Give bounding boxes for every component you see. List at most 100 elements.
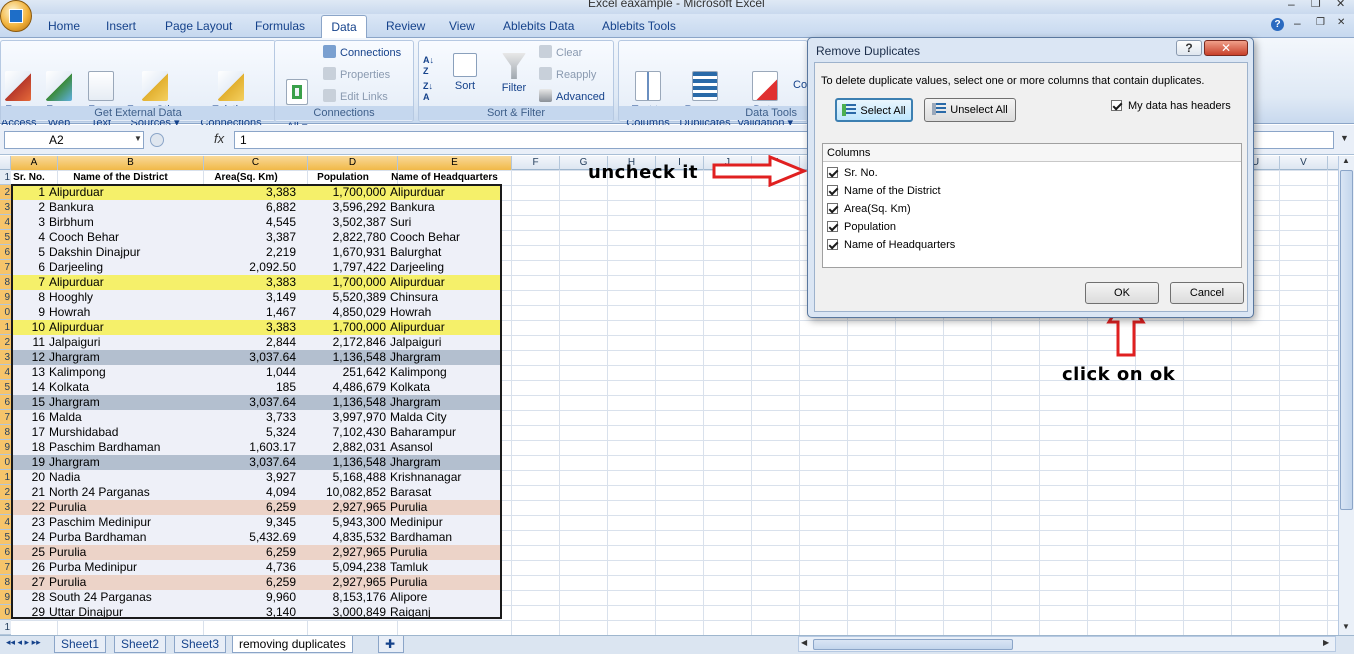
row-header[interactable]: 3 (0, 200, 11, 215)
dialog-help-button[interactable]: ? (1176, 40, 1202, 56)
table-cell[interactable]: 3,927 (194, 470, 298, 485)
table-cell[interactable]: 1,700,000 (298, 185, 388, 200)
column-header-d[interactable]: D (308, 156, 398, 170)
table-cell[interactable]: Howrah (388, 305, 501, 320)
office-button[interactable] (0, 0, 32, 32)
table-cell[interactable]: 15 (11, 395, 47, 410)
table-cell[interactable]: Purba Medinipur (47, 560, 194, 575)
table-cell[interactable]: Jhargram (47, 350, 194, 365)
table-cell[interactable]: 2,092.50 (194, 260, 298, 275)
table-cell[interactable]: 22 (11, 500, 47, 515)
table-cell[interactable]: 21 (11, 485, 47, 500)
table-cell[interactable]: 3,383 (194, 185, 298, 200)
consolidate-button[interactable]: Co (793, 79, 807, 92)
table-cell[interactable]: 5,520,389 (298, 290, 388, 305)
table-cell[interactable]: Hooghly (47, 290, 194, 305)
table-cell[interactable]: Kolkata (388, 380, 501, 395)
table-cell[interactable]: Nadia (47, 470, 194, 485)
table-cell[interactable]: 3,000,849 (298, 605, 388, 620)
tab-page-layout[interactable]: Page Layout (161, 18, 236, 38)
table-cell[interactable]: Uttar Dinajpur (47, 605, 194, 620)
ok-button[interactable]: OK (1085, 282, 1159, 304)
table-cell[interactable]: Barasat (388, 485, 501, 500)
table-cell[interactable]: 2,927,965 (298, 545, 388, 560)
table-cell[interactable]: 5,324 (194, 425, 298, 440)
table-cell[interactable]: 6,259 (194, 575, 298, 590)
table-cell[interactable]: Jhargram (388, 350, 501, 365)
column-header-v[interactable]: V (1280, 156, 1328, 170)
refresh-all-button[interactable]: Refresh All ▾ (277, 53, 317, 134)
table-cell[interactable]: 5 (11, 245, 47, 260)
select-all-corner[interactable] (0, 156, 11, 170)
table-cell[interactable]: 2,927,965 (298, 500, 388, 515)
insert-sheet-icon[interactable]: ✚ (378, 636, 404, 653)
table-cell[interactable]: 2,927,965 (298, 575, 388, 590)
scroll-down-icon[interactable]: ▼ (1342, 622, 1350, 631)
row-header[interactable]: 9 (0, 590, 11, 605)
table-cell[interactable]: 8 (11, 290, 47, 305)
table-cell[interactable]: Kolkata (47, 380, 194, 395)
table-cell[interactable]: 2,844 (194, 335, 298, 350)
table-cell[interactable]: 10 (11, 320, 47, 335)
row-header[interactable]: 1 (0, 320, 11, 335)
dialog-close-button[interactable]: ✕ (1204, 40, 1248, 56)
table-cell[interactable]: 3,383 (194, 320, 298, 335)
row-header[interactable]: 2 (0, 185, 11, 200)
table-cell[interactable]: Alipurduar (388, 320, 501, 335)
table-cell[interactable]: 1 (11, 185, 47, 200)
cancel-button[interactable]: Cancel (1170, 282, 1244, 304)
column-checkbox-headquarters[interactable]: Name of Headquarters (827, 237, 955, 253)
table-cell[interactable]: Birbhum (47, 215, 194, 230)
checkbox-icon[interactable] (827, 221, 838, 232)
table-cell[interactable]: 1,467 (194, 305, 298, 320)
table-cell[interactable]: 4,736 (194, 560, 298, 575)
row-header[interactable]: 7 (0, 560, 11, 575)
table-cell[interactable]: 6,259 (194, 500, 298, 515)
table-header-cell[interactable]: Sr. No. (11, 170, 47, 185)
table-cell[interactable]: 4,835,532 (298, 530, 388, 545)
table-cell[interactable]: Howrah (47, 305, 194, 320)
table-cell[interactable]: 11 (11, 335, 47, 350)
formula-bar-slider-icon[interactable] (150, 133, 164, 147)
ribbon-minimize-icon[interactable]: – (1294, 16, 1301, 30)
row-header[interactable]: 8 (0, 575, 11, 590)
table-cell[interactable]: 4,545 (194, 215, 298, 230)
table-cell[interactable]: Paschim Medinipur (47, 515, 194, 530)
table-cell[interactable]: 14 (11, 380, 47, 395)
table-cell[interactable]: 5,943,300 (298, 515, 388, 530)
close-icon[interactable]: ✕ (1336, 0, 1345, 10)
table-cell[interactable]: 19 (11, 455, 47, 470)
sheet-tab-removing-duplicates[interactable]: removing duplicates (232, 636, 353, 653)
table-cell[interactable]: Bardhaman (388, 530, 501, 545)
row-header[interactable]: 1 (0, 470, 11, 485)
row-header[interactable]: 4 (0, 515, 11, 530)
tab-review[interactable]: Review (382, 18, 429, 38)
table-cell[interactable]: Cooch Behar (388, 230, 501, 245)
table-cell[interactable]: Tamluk (388, 560, 501, 575)
table-cell[interactable]: Purulia (388, 545, 501, 560)
checkbox-icon[interactable] (827, 185, 838, 196)
table-cell[interactable]: 3,037.64 (194, 455, 298, 470)
table-header-cell[interactable]: Name of Headquarters (388, 170, 501, 185)
table-cell[interactable]: Chinsura (388, 290, 501, 305)
row-header[interactable]: 5 (0, 380, 11, 395)
table-cell[interactable]: 9,960 (194, 590, 298, 605)
table-cell[interactable]: Raiganj (388, 605, 501, 620)
headers-checkbox-icon[interactable] (1111, 100, 1122, 111)
table-cell[interactable]: 185 (194, 380, 298, 395)
row-header[interactable]: 5 (0, 230, 11, 245)
table-cell[interactable]: 13 (11, 365, 47, 380)
column-checkbox-district[interactable]: Name of the District (827, 183, 941, 199)
sort-button[interactable]: Sort (449, 53, 481, 93)
table-cell[interactable]: 3,037.64 (194, 395, 298, 410)
table-cell[interactable]: Alipurduar (388, 185, 501, 200)
table-cell[interactable]: Krishnanagar (388, 470, 501, 485)
row-header[interactable]: 3 (0, 500, 11, 515)
table-cell[interactable]: Alipurduar (47, 320, 194, 335)
table-cell[interactable]: Alipurduar (47, 185, 194, 200)
table-cell[interactable]: Suri (388, 215, 501, 230)
table-cell[interactable]: 1,044 (194, 365, 298, 380)
column-header-e[interactable]: E (398, 156, 512, 170)
insert-function-button[interactable]: fx (214, 131, 224, 146)
table-cell[interactable]: 23 (11, 515, 47, 530)
